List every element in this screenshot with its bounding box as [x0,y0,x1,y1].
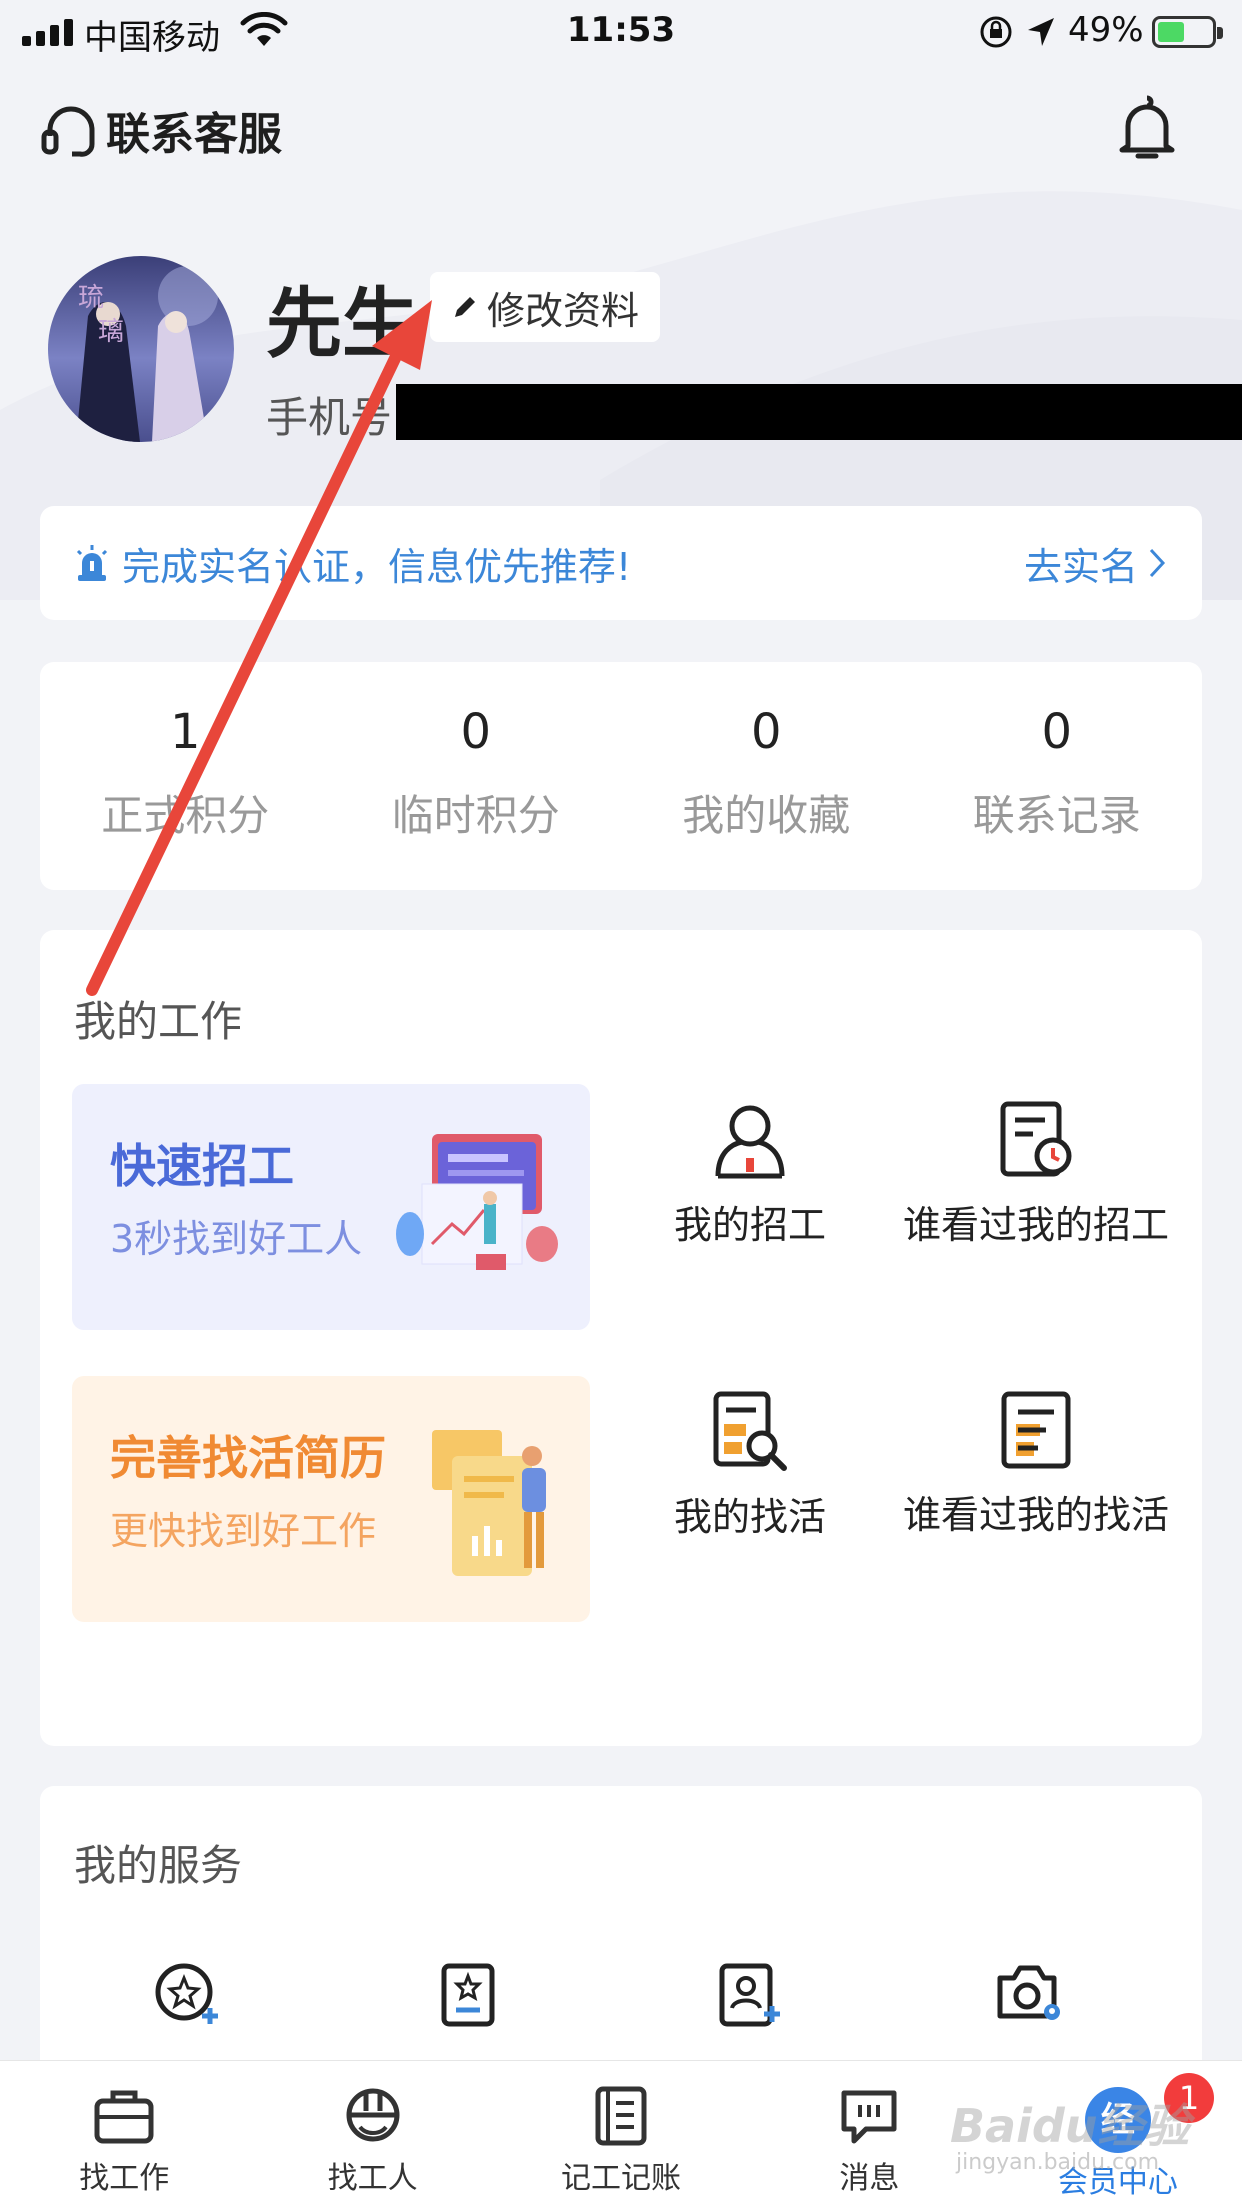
verify-link-label: 去实名 [1023,544,1138,589]
redaction-bar [396,384,1242,440]
user-name: 先生 [266,279,418,368]
tab-find-job[interactable]: 找工作 [0,2061,248,2208]
grid-label: 谁看过我的找活 [902,1493,1169,1537]
edit-profile-button[interactable]: 修改资料 [430,272,660,342]
grid-label: 我的招工 [673,1203,826,1247]
grid-label: 谁看过我的招工 [902,1203,1169,1247]
promo-subtitle: 3秒找到好工人 [110,1217,363,1261]
stat-value: 1 [169,704,201,760]
grid-label: 我的找活 [673,1495,826,1539]
document-search-icon [713,1391,787,1471]
my-recruitments[interactable]: 我的招工 [600,1100,900,1249]
bell-icon[interactable] [1116,92,1178,164]
phone-label: 手机号 [266,393,393,442]
customer-service-label: 联系客服 [106,109,282,160]
stat-value: 0 [1041,704,1073,760]
document-clock-icon [1000,1101,1072,1177]
my-work-section: 我的工作 快速招工 3秒找到好工人 我的招工 谁看过我的招工 完善找活简历 更快… [40,930,1202,1746]
document-list-icon [1001,1391,1071,1469]
location-arrow-icon [1028,18,1054,46]
my-job-search[interactable]: 我的找活 [600,1390,900,1541]
chat-icon [841,2090,897,2144]
who-viewed-my-recruitments[interactable]: 谁看过我的招工 [886,1100,1186,1249]
tab-label: 找工作 [79,2161,170,2196]
tab-label: 记工记账 [561,2161,682,2196]
star-badge-add-icon[interactable] [154,1962,222,2028]
promo-title: 快速招工 [110,1139,294,1193]
stat-favorites[interactable]: 0 我的收藏 [621,662,912,890]
svg-text:璃: 璃 [98,317,124,347]
ledger-icon [595,2086,647,2146]
alarm-light-icon [76,545,108,581]
avatar-image: 琉 璃 [48,256,234,442]
stat-label: 临时积分 [391,791,560,840]
complete-resume-banner[interactable]: 完善找活简历 更快找到好工作 [72,1376,590,1622]
who-viewed-my-job-search[interactable]: 谁看过我的找活 [886,1390,1186,1539]
watermark-url: jingyan.baidu.com [956,2150,1160,2175]
promo-subtitle: 更快找到好工作 [110,1509,377,1553]
watermark-logo: Baidu经验 [950,2099,1190,2153]
tab-find-worker[interactable]: 找工人 [248,2061,496,2208]
recruiter-icon [715,1105,785,1179]
real-name-notice[interactable]: 完成实名认证，信息优先推荐! 去实名 [40,506,1202,620]
star-card-icon[interactable] [438,1962,498,2028]
headset-icon [41,106,95,157]
quick-recruit-banner[interactable]: 快速招工 3秒找到好工人 [72,1084,590,1330]
battery-icon [1152,16,1223,48]
briefcase-icon [94,2090,154,2144]
stat-label: 我的收藏 [682,791,851,840]
stat-value: 0 [460,704,492,760]
stat-label: 联系记录 [972,791,1141,840]
hard-hat-icon [346,2088,400,2142]
promo-title: 完善找活简历 [110,1431,386,1485]
contact-card-add-icon[interactable] [716,1962,782,2028]
section-title: 我的工作 [74,997,243,1046]
battery-percent: 49% [1068,10,1144,50]
top-header: 联系客服 [0,62,1242,192]
customer-service-button[interactable]: 联系客服 [40,98,282,162]
status-bar: 中国移动 11:53 49% [0,0,1242,62]
stat-label: 正式积分 [101,791,270,840]
tab-label: 找工人 [327,2161,418,2196]
my-services-section: 我的服务 [40,1786,1202,2086]
section-title: 我的服务 [74,1841,243,1890]
stats-panel: 1 正式积分 0 临时积分 0 我的收藏 0 联系记录 [40,662,1202,890]
recruit-illustration [396,1134,558,1270]
avatar[interactable]: 琉 璃 [48,256,234,442]
edit-profile-label: 修改资料 [486,288,639,333]
notice-text: 完成实名认证，信息优先推荐! [122,544,632,589]
stat-value: 0 [750,704,782,760]
stat-contact-history[interactable]: 0 联系记录 [912,662,1203,890]
verify-link[interactable]: 去实名 [1024,506,1166,620]
tab-work-records[interactable]: 记工记账 [497,2061,745,2208]
pencil-icon [454,297,475,317]
svg-text:琉: 琉 [78,283,104,313]
resume-illustration [432,1430,546,1576]
camera-location-icon[interactable] [994,1962,1064,2024]
stat-formal-points[interactable]: 1 正式积分 [40,662,331,890]
chevron-right-icon [1149,548,1166,578]
stat-temp-points[interactable]: 0 临时积分 [331,662,622,890]
orientation-lock-icon [980,16,1012,48]
